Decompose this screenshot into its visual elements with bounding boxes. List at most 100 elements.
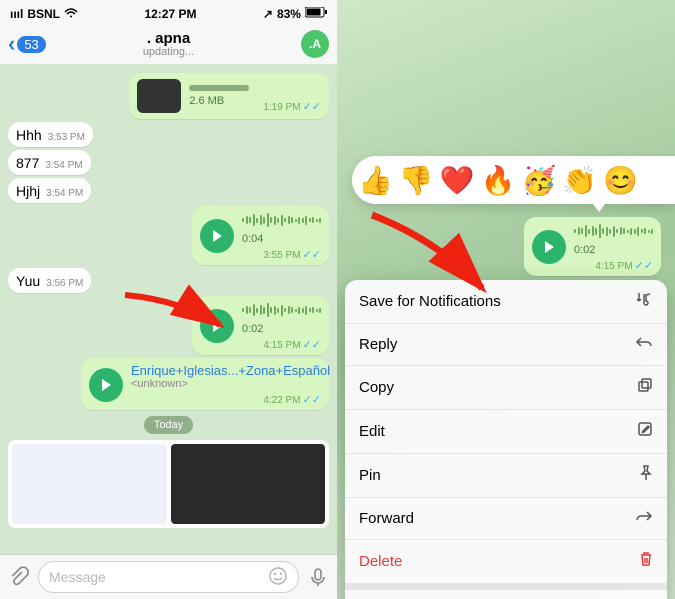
waveform-icon (574, 222, 653, 240)
nav-bar: ‹ 53 . apna updating... .A (0, 24, 337, 65)
play-button[interactable] (200, 309, 234, 343)
selected-voice-message[interactable]: 0:02 4:15 PM✓✓ (524, 217, 661, 276)
reaction-🥳[interactable]: 🥳 (522, 164, 557, 197)
voice-duration: 0:02 (574, 244, 595, 256)
menu-forward[interactable]: Forward (345, 498, 667, 540)
menu-icon (639, 551, 653, 572)
msg-text: Yuu (16, 273, 40, 289)
carrier-label: BSNL (27, 7, 60, 21)
play-button[interactable] (532, 230, 566, 264)
menu-label: Edit (359, 423, 385, 440)
speech-tail (593, 204, 605, 212)
menu-reply[interactable]: Reply (345, 324, 667, 366)
reaction-👎[interactable]: 👎 (399, 164, 434, 197)
play-button[interactable] (200, 219, 234, 253)
file-size: 2.6 MB (189, 95, 249, 107)
back-button[interactable]: ‹ 53 (8, 31, 46, 57)
battery-pct: 83% (277, 7, 301, 21)
battery-icon (305, 7, 327, 21)
reaction-❤️[interactable]: ❤️ (440, 164, 475, 197)
menu-icon (635, 291, 653, 312)
menu-edit[interactable]: Edit (345, 410, 667, 454)
msg-time: 3:56 PM (46, 278, 83, 289)
menu-delete[interactable]: Delete (345, 540, 667, 584)
menu-label: Save for Notifications (359, 293, 501, 310)
menu-icon (637, 421, 653, 442)
waveform-icon (242, 211, 321, 229)
message-audio-file[interactable]: Enrique+Iglesias...+Zona+Español <unknow… (8, 358, 329, 410)
message-preview[interactable] (8, 440, 329, 528)
menu-copy[interactable]: Copy (345, 366, 667, 410)
menu-label: Pin (359, 467, 381, 484)
clock: 12:27 PM (144, 7, 196, 21)
attach-button[interactable] (8, 566, 30, 588)
menu-label: Forward (359, 510, 414, 527)
msg-time: 1:19 PM (263, 102, 300, 113)
audio-artist: <unknown> (131, 378, 321, 390)
menu-save-for-notifications[interactable]: Save for Notifications (345, 280, 667, 324)
menu-label: Delete (359, 553, 402, 570)
chat-title[interactable]: . apna (0, 31, 337, 46)
msg-time: 3:54 PM (46, 188, 83, 199)
menu-pin[interactable]: Pin (345, 454, 667, 498)
placeholder-text: Message (49, 569, 106, 585)
chat-subtitle: updating... (0, 46, 337, 58)
read-ticks-icon: ✓✓ (303, 249, 321, 261)
menu-label: Reply (359, 336, 397, 353)
settings-preview-dark (171, 444, 326, 524)
msg-time: 4:15 PM (595, 261, 632, 272)
chat-scroll[interactable]: 2.6 MB 1:19 PM✓✓ Hhh3:53 PM 8773:54 PM H… (0, 64, 337, 555)
waveform-icon (242, 301, 321, 319)
message-input[interactable]: Message (38, 561, 299, 593)
read-ticks-icon: ✓✓ (303, 394, 321, 406)
wifi-icon (64, 7, 78, 21)
chevron-left-icon: ‹ (8, 31, 15, 57)
read-ticks-icon: ✓✓ (303, 101, 321, 113)
message-voice-highlight[interactable]: 0:02 4:15 PM✓✓ (8, 296, 329, 355)
message-in[interactable]: 877 3:54 PM (8, 150, 329, 175)
menu-icon (639, 465, 653, 486)
chat-screen: ıııl BSNL 12:27 PM ↗ 83% ‹ 53 . apn (0, 0, 337, 599)
menu-label: Copy (359, 379, 394, 396)
audio-title: Enrique+Iglesias...+Zona+Español (131, 363, 321, 378)
msg-time: 3:55 PM (263, 250, 300, 261)
settings-preview-light (12, 444, 167, 524)
voice-duration: 0:04 (242, 233, 263, 245)
reaction-👏[interactable]: 👏 (562, 164, 597, 197)
play-button[interactable] (89, 368, 123, 402)
msg-text: Hhh (16, 127, 42, 143)
file-thumb (137, 79, 181, 113)
msg-time: 4:15 PM (263, 340, 300, 351)
menu-icon (635, 335, 653, 354)
msg-text: Hjhj (16, 183, 40, 199)
input-bar: Message (0, 554, 337, 599)
location-icon: ↗ (263, 7, 273, 21)
context-menu: Save for Notifications Reply Copy Edit Pin Fo… (345, 280, 667, 599)
status-bar: ıııl BSNL 12:27 PM ↗ 83% (0, 0, 337, 24)
message-in[interactable]: Hhh 3:53 PM (8, 122, 329, 147)
sticker-icon[interactable] (268, 566, 288, 589)
reaction-👍[interactable]: 👍 (358, 164, 393, 197)
msg-time: 3:54 PM (45, 160, 82, 171)
reaction-🔥[interactable]: 🔥 (481, 164, 516, 197)
msg-text: 877 (16, 155, 39, 171)
menu-select[interactable]: Select (345, 584, 667, 599)
signal-icon: ıııl (10, 7, 23, 21)
mic-button[interactable] (307, 566, 329, 588)
message-in[interactable]: Yuu 3:56 PM (8, 268, 329, 293)
menu-icon (635, 509, 653, 528)
read-ticks-icon: ✓✓ (303, 339, 321, 351)
menu-icon (637, 377, 653, 398)
message-in[interactable]: Hjhj 3:54 PM (8, 178, 329, 203)
message-voice[interactable]: 0:04 3:55 PM✓✓ (8, 206, 329, 265)
reaction-bar[interactable]: 👍👎❤️🔥🥳👏😊 (352, 156, 675, 204)
reaction-😊[interactable]: 😊 (603, 164, 638, 197)
msg-time: 3:53 PM (48, 132, 85, 143)
unread-badge: 53 (17, 36, 45, 53)
voice-duration: 0:02 (242, 323, 263, 335)
context-menu-screen: 👍👎❤️🔥🥳👏😊 0:02 4:15 PM✓✓ Save for Notific… (337, 0, 675, 599)
message-file[interactable]: 2.6 MB 1:19 PM✓✓ (8, 73, 329, 119)
avatar[interactable]: .A (301, 30, 329, 58)
read-ticks-icon: ✓✓ (635, 260, 653, 272)
msg-time: 4:22 PM (263, 395, 300, 406)
